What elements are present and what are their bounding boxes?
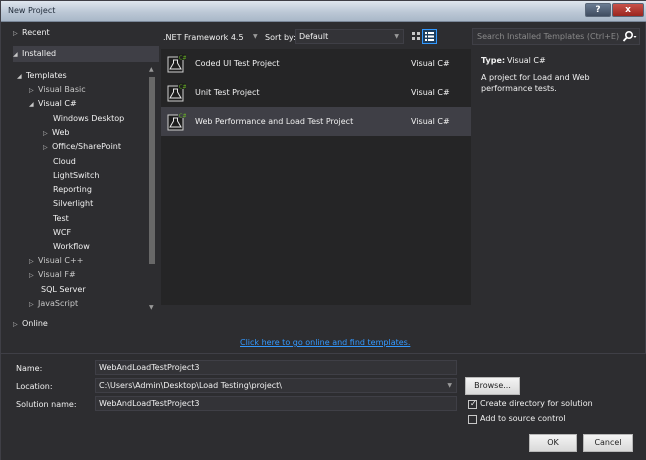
expand-icon: ▷: [13, 30, 18, 37]
browse-button[interactable]: Browse...: [465, 377, 520, 395]
type-label: Type:: [481, 56, 506, 65]
template-description: A project for Load and Web performance t…: [481, 73, 590, 93]
location-label: Location:: [16, 382, 53, 391]
tree-item-wcf[interactable]: WCF: [53, 228, 71, 241]
new-project-dialog: New Project ? x ▷ Recent ◢ Installed ◢ Temp…: [0, 0, 646, 460]
template-name: Web Performance and Load Test Project: [195, 117, 354, 126]
collapse-icon: ◢: [13, 51, 18, 58]
template-name: Coded UI Test Project: [195, 59, 280, 68]
location-field[interactable]: C:\Users\Admin\Desktop\Load Testing\proj…: [95, 378, 457, 393]
ok-button[interactable]: OK: [529, 434, 577, 452]
tree-item-visual-csharp[interactable]: ◢ Visual C#: [29, 99, 77, 112]
help-button[interactable]: ?: [585, 3, 611, 17]
search-placeholder: Search Installed Templates (Ctrl+E): [477, 32, 620, 41]
collapse-icon: ◢: [29, 101, 34, 108]
tree-item-silverlight[interactable]: Silverlight: [53, 199, 93, 212]
expand-icon: ▷: [29, 87, 34, 94]
template-list: C# Coded UI Test Project Visual C# C# Un…: [161, 49, 471, 305]
svg-text:C#: C#: [179, 85, 186, 91]
chevron-down-icon: ▼: [394, 33, 399, 40]
create-directory-checkbox[interactable]: ✓: [468, 399, 477, 409]
tree-item-visual-cpp[interactable]: ▷ Visual C++: [29, 256, 83, 269]
test-project-icon: C#: [167, 112, 187, 131]
solution-name-field[interactable]: WebAndLoadTestProject3: [95, 396, 457, 411]
search-icon[interactable]: [621, 30, 637, 46]
test-project-icon: C#: [167, 83, 187, 102]
window-title: New Project: [8, 6, 56, 15]
online-templates-link[interactable]: Click here to go online and find templat…: [240, 338, 410, 347]
tree-item-online[interactable]: ▷ Online: [13, 319, 48, 332]
source-control-label[interactable]: Add to source control: [480, 414, 565, 423]
expand-icon: ▷: [43, 144, 48, 151]
solution-name-value: WebAndLoadTestProject3: [99, 399, 200, 408]
tree-item-visual-fsharp[interactable]: ▷ Visual F#: [29, 270, 76, 283]
template-row-web-load-test[interactable]: C# Web Performance and Load Test Project…: [161, 107, 471, 136]
sort-value: Default: [299, 32, 329, 41]
scrollbar-thumb[interactable]: [149, 77, 155, 264]
expand-icon: ▷: [29, 272, 34, 279]
tree-item-workflow[interactable]: Workflow: [53, 242, 90, 255]
expand-icon: ▷: [43, 130, 48, 137]
tree-item-templates[interactable]: ◢ Templates: [17, 71, 67, 84]
tree-item-recent[interactable]: ▷ Recent: [13, 28, 50, 41]
collapse-icon: ◢: [17, 73, 22, 80]
sort-select[interactable]: Default ▼: [295, 29, 404, 44]
template-language: Visual C#: [411, 88, 450, 97]
template-language: Visual C#: [411, 117, 450, 126]
template-tree: ▷ Recent ◢ Installed ◢ Templates ▷ Visual Ba…: [13, 26, 159, 346]
list-view-icon[interactable]: [422, 29, 437, 44]
tree-item-sql-server[interactable]: SQL Server: [41, 285, 86, 298]
tree-item-web[interactable]: ▷ Web: [43, 128, 69, 141]
sort-by-label: Sort by:: [265, 33, 296, 42]
type-value: Visual C#: [507, 56, 546, 65]
source-control-checkbox[interactable]: [468, 415, 477, 424]
scroll-up-icon[interactable]: ▲: [149, 66, 154, 73]
expand-icon: ▷: [29, 301, 34, 308]
tree-scrollbar[interactable]: ▲ ▼: [147, 66, 157, 313]
close-button[interactable]: x: [612, 3, 644, 17]
template-row-unit-test[interactable]: C# Unit Test Project Visual C#: [161, 78, 471, 107]
create-directory-label[interactable]: Create directory for solution: [480, 399, 593, 408]
tree-item-test[interactable]: Test: [53, 214, 69, 227]
tree-item-windows-desktop[interactable]: Windows Desktop: [53, 114, 124, 127]
svg-text:C#: C#: [179, 114, 186, 120]
tree-item-cloud[interactable]: Cloud: [53, 157, 76, 170]
search-input[interactable]: Search Installed Templates (Ctrl+E): [472, 28, 640, 45]
template-row-coded-ui[interactable]: C# Coded UI Test Project Visual C#: [161, 49, 471, 78]
tree-item-javascript[interactable]: ▷ JavaScript: [29, 299, 78, 312]
chevron-down-icon[interactable]: ▼: [253, 33, 258, 40]
svg-text:C#: C#: [179, 56, 186, 62]
checkmark-icon: ✓: [470, 399, 477, 408]
tree-item-visual-basic[interactable]: ▷ Visual Basic: [29, 85, 86, 98]
name-value: WebAndLoadTestProject3: [99, 363, 200, 372]
tree-item-lightswitch[interactable]: LightSwitch: [53, 171, 99, 184]
tree-item-reporting[interactable]: Reporting: [53, 185, 92, 198]
framework-select[interactable]: .NET Framework 4.5: [163, 33, 244, 42]
template-language: Visual C#: [411, 59, 450, 68]
name-label: Name:: [16, 364, 43, 373]
chevron-down-icon[interactable]: ▼: [447, 382, 452, 389]
expand-icon: ▷: [29, 258, 34, 265]
solution-name-label: Solution name:: [16, 400, 77, 409]
location-value: C:\Users\Admin\Desktop\Load Testing\proj…: [99, 381, 282, 390]
scroll-down-icon[interactable]: ▼: [149, 304, 154, 311]
name-field[interactable]: WebAndLoadTestProject3: [95, 360, 457, 375]
cancel-button[interactable]: Cancel: [583, 434, 633, 452]
test-project-icon: C#: [167, 54, 187, 73]
tree-item-office-sharepoint[interactable]: ▷ Office/SharePoint: [43, 142, 121, 155]
expand-icon: ▷: [13, 321, 18, 328]
tree-item-installed[interactable]: ◢ Installed: [13, 49, 56, 62]
title-bar[interactable]: New Project ? x: [1, 1, 646, 22]
template-name: Unit Test Project: [195, 88, 260, 97]
